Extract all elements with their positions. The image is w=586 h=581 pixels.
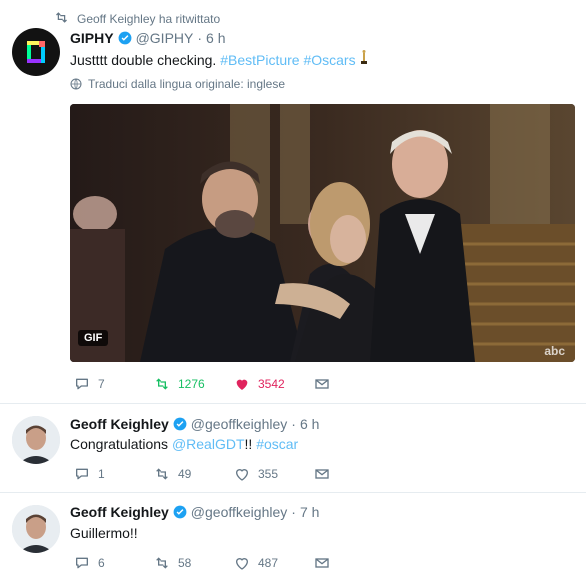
retweet-count: 49	[178, 467, 192, 481]
envelope-icon	[315, 469, 329, 479]
like-count: 3542	[258, 377, 285, 391]
trophy-emoji-icon	[359, 50, 369, 68]
tweet-actions: 1 49 355	[74, 466, 394, 482]
verified-badge-icon	[173, 417, 187, 431]
reply-icon	[76, 378, 88, 390]
globe-icon	[70, 78, 82, 90]
direct-message-button[interactable]	[314, 466, 394, 482]
retweet-count: 58	[178, 556, 192, 570]
giphy-logo-icon	[27, 41, 45, 63]
retweet-icon	[156, 557, 168, 569]
timestamp[interactable]: 6 h	[300, 416, 319, 432]
display-name[interactable]: Geoff Keighley	[70, 504, 169, 520]
separator-dot: ·	[197, 30, 203, 46]
like-button[interactable]: 355	[234, 466, 314, 482]
tweet-text: Justttt double checking. #BestPicture #O…	[70, 50, 369, 70]
display-name[interactable]: GIPHY	[70, 30, 114, 46]
profile-photo-icon	[12, 505, 60, 553]
tweet-text: Congratulations @RealGDT!! #oscar	[70, 434, 298, 454]
abc-watermark: abc	[544, 344, 565, 358]
verified-badge-icon	[118, 31, 131, 45]
like-button[interactable]: 487	[234, 555, 314, 571]
heart-icon	[235, 469, 249, 481]
timestamp[interactable]: 7 h	[300, 504, 319, 520]
translate-label: Traduci dalla lingua originale: inglese	[88, 77, 286, 91]
reply-button[interactable]: 6	[74, 555, 154, 571]
avatar[interactable]	[12, 505, 60, 553]
reply-count: 6	[98, 556, 105, 570]
user-handle[interactable]: @GIPHY	[136, 30, 194, 46]
retweet-count: 1276	[178, 377, 205, 391]
hashtag-link[interactable]: #oscar	[256, 436, 298, 452]
mention-link[interactable]: @RealGDT	[172, 436, 245, 452]
retweet-button[interactable]: 49	[154, 466, 234, 482]
tweet-text: Guillermo!!	[70, 523, 138, 543]
direct-message-button[interactable]	[314, 376, 394, 392]
gif-media[interactable]: GIF abc	[70, 104, 575, 362]
retweet-icon	[156, 378, 168, 390]
retweet-button[interactable]: 58	[154, 555, 234, 571]
reply-button[interactable]: 7	[74, 376, 154, 392]
reply-count: 7	[98, 377, 105, 391]
tweet-header: GIPHY @GIPHY · 6 h	[70, 30, 226, 46]
envelope-icon	[315, 558, 329, 568]
reply-icon	[76, 557, 88, 569]
tweet-body: Congratulations	[70, 436, 169, 452]
timestamp[interactable]: 6 h	[206, 30, 225, 46]
like-count: 487	[258, 556, 279, 570]
retweet-icon	[54, 10, 69, 28]
tweet-body: Justttt double checking.	[70, 52, 217, 68]
retweet-context[interactable]: Geoff Keighley ha ritwittato	[54, 10, 220, 28]
tweet-actions: 6 58 487	[74, 555, 394, 571]
display-name[interactable]: Geoff Keighley	[70, 416, 169, 432]
like-button[interactable]: 3542	[234, 376, 314, 392]
separator-dot: ·	[291, 416, 296, 432]
heart-icon	[235, 558, 249, 570]
translate-link[interactable]: Traduci dalla lingua originale: inglese	[70, 77, 285, 91]
reply-count: 1	[98, 467, 105, 481]
tweet-header: Geoff Keighley @geoffkeighley · 6 h	[70, 416, 319, 432]
user-handle[interactable]: @geoffkeighley	[191, 416, 287, 432]
tweet-header: Geoff Keighley @geoffkeighley · 7 h	[70, 504, 319, 520]
reply-button[interactable]: 1	[74, 466, 154, 482]
avatar[interactable]	[12, 416, 60, 464]
divider	[0, 492, 586, 493]
reply-icon	[76, 468, 88, 480]
like-count: 355	[258, 467, 279, 481]
envelope-icon	[315, 379, 329, 389]
profile-photo-icon	[12, 416, 60, 464]
retweet-button[interactable]: 1276	[154, 376, 234, 392]
verified-badge-icon	[173, 505, 187, 519]
tweet-body: Guillermo!!	[70, 525, 138, 541]
retweet-context-label: Geoff Keighley ha ritwittato	[77, 12, 221, 26]
separator-dot: ·	[291, 504, 296, 520]
divider	[0, 403, 586, 404]
tweet-actions: 7 1276 3542	[74, 376, 394, 392]
user-handle[interactable]: @geoffkeighley	[191, 504, 287, 520]
gif-badge: GIF	[78, 330, 109, 346]
heart-filled-icon	[236, 379, 248, 390]
retweet-icon	[156, 468, 168, 480]
hashtag-link[interactable]: #BestPicture #Oscars	[220, 52, 355, 68]
gif-frame-image	[70, 104, 575, 362]
avatar[interactable]	[12, 28, 60, 76]
tweet-body-suffix: !!	[244, 436, 253, 452]
direct-message-button[interactable]	[314, 555, 394, 571]
